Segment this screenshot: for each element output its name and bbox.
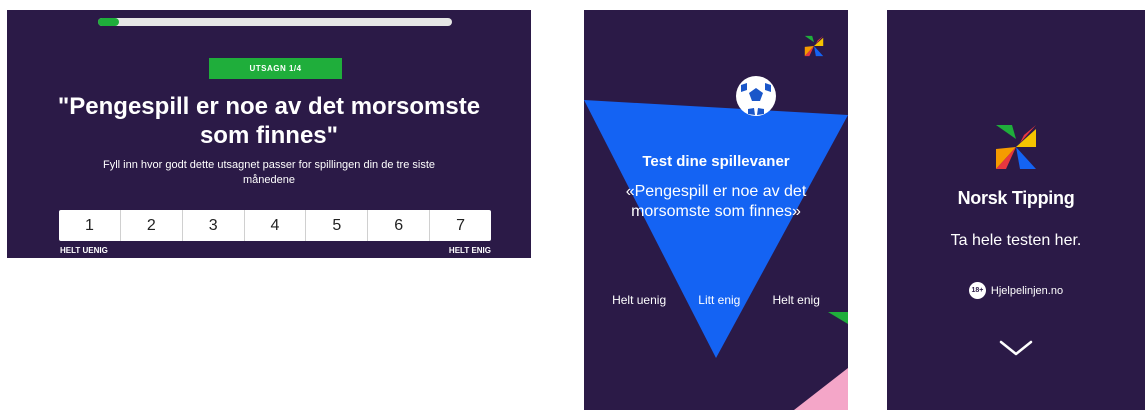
scale-option-5[interactable]: 5 [306, 210, 369, 241]
age-limit-badge: 18+ [968, 282, 986, 299]
norsk-tipping-logo-icon [804, 35, 824, 57]
scale-label-left: HELT UENIG [60, 246, 108, 255]
ad-frame-question: Test dine spillevaner «Pengespill er noe… [584, 10, 848, 410]
answer-option[interactable]: Helt uenig [612, 293, 666, 307]
answer-option[interactable]: Litt enig [698, 293, 740, 307]
rating-scale: 1 2 3 4 5 6 7 [59, 210, 491, 241]
norsk-tipping-logo-icon [996, 125, 1036, 169]
progress-bar [98, 18, 452, 26]
scale-option-2[interactable]: 2 [121, 210, 183, 241]
survey-panel: UTSAGN 1/4 "Pengespill er noe av det mor… [7, 10, 531, 258]
ad-answer-options: Helt uenig Litt enig Helt enig [584, 293, 848, 307]
scale-option-7[interactable]: 7 [430, 210, 491, 241]
chevron-down-icon[interactable] [999, 340, 1033, 356]
football-icon [736, 76, 776, 116]
progress-bar-fill [98, 18, 120, 26]
cta-text[interactable]: Ta hele testen her. [887, 232, 1145, 250]
scale-option-6[interactable]: 6 [368, 210, 431, 241]
step-badge: UTSAGN 1/4 [209, 58, 342, 79]
help-link[interactable]: 18+ Hjelpelinjen.no [887, 282, 1145, 299]
scale-option-3[interactable]: 3 [183, 210, 245, 241]
statement-text: "Pengespill er noe av det morsomste som … [57, 93, 481, 149]
instruction-text: Fyll inn hvor godt dette utsagnet passer… [102, 159, 436, 186]
scale-label-right: HELT ENIG [448, 246, 491, 255]
scale-option-1[interactable]: 1 [59, 210, 121, 241]
ad-frame-brand: Norsk Tipping Ta hele testen her. 18+ Hj… [887, 10, 1145, 410]
answer-option[interactable]: Helt enig [773, 293, 820, 307]
scale-option-4[interactable]: 4 [245, 210, 307, 241]
brand-name: Norsk Tipping [957, 188, 1075, 208]
help-link-text[interactable]: Hjelpelinjen.no [991, 285, 1063, 297]
ad-title: Test dine spillevaner [642, 153, 790, 170]
ad-quote: «Pengespill er noe av det morsomste som … [625, 183, 807, 220]
